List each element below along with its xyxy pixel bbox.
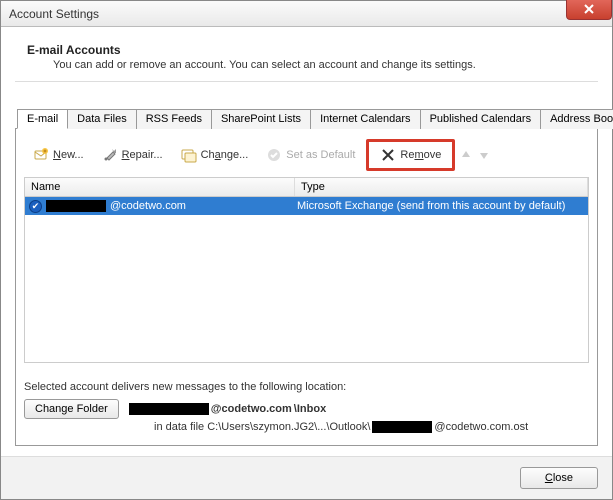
change-label: Change... bbox=[201, 149, 249, 161]
close-icon bbox=[584, 4, 594, 14]
repair-button[interactable]: Repair... bbox=[95, 144, 170, 166]
change-folder-button[interactable]: Change Folder bbox=[24, 399, 119, 419]
set-default-label: Set as Default bbox=[286, 149, 355, 161]
column-header-name[interactable]: Name bbox=[25, 178, 295, 196]
heading-title: E-mail Accounts bbox=[27, 43, 592, 57]
column-header-type[interactable]: Type bbox=[295, 178, 588, 196]
redacted-datafile-user bbox=[372, 421, 432, 433]
redacted-path-user bbox=[129, 403, 209, 415]
titlebar: Account Settings bbox=[1, 1, 612, 27]
remove-icon bbox=[380, 147, 396, 163]
dialog-heading: E-mail Accounts You can add or remove an… bbox=[15, 39, 598, 82]
dialog-footer: Close bbox=[1, 456, 612, 499]
remove-button-highlight: Remove bbox=[366, 139, 455, 171]
new-label: New... bbox=[53, 149, 84, 161]
toolbar: New... Repair... Change... bbox=[24, 137, 589, 177]
repair-label: Repair... bbox=[122, 149, 163, 161]
new-icon bbox=[33, 147, 49, 163]
list-header: Name Type bbox=[25, 178, 588, 197]
new-button[interactable]: New... bbox=[26, 144, 91, 166]
delivery-label: Selected account delivers new messages t… bbox=[24, 381, 589, 393]
tab-internet-calendars[interactable]: Internet Calendars bbox=[310, 109, 421, 129]
accounts-list: Name Type ✔ @codetwo.com Microsoft Excha… bbox=[24, 177, 589, 363]
window-title: Account Settings bbox=[9, 7, 99, 21]
window-close-button[interactable] bbox=[566, 0, 612, 20]
tab-sharepoint-lists[interactable]: SharePoint Lists bbox=[211, 109, 311, 129]
tab-data-files[interactable]: Data Files bbox=[67, 109, 137, 129]
change-button[interactable]: Change... bbox=[174, 144, 256, 166]
redacted-name bbox=[46, 200, 106, 212]
datafile-suffix: @codetwo.com.ost bbox=[434, 421, 528, 433]
delivery-datafile: in data file C:\Users\szymon.JG2\...\Out… bbox=[154, 421, 589, 433]
check-circle-icon bbox=[266, 147, 282, 163]
dialog-body: E-mail Accounts You can add or remove an… bbox=[1, 27, 612, 456]
delivery-path-mid: @codetwo.com bbox=[211, 403, 292, 415]
delivery-path: @codetwo.com \Inbox bbox=[129, 403, 326, 415]
remove-button[interactable]: Remove bbox=[373, 144, 448, 166]
close-button[interactable]: Close bbox=[520, 467, 598, 489]
move-up-icon bbox=[459, 148, 473, 162]
account-row[interactable]: ✔ @codetwo.com Microsoft Exchange (send … bbox=[25, 197, 588, 215]
change-icon bbox=[181, 147, 197, 163]
account-settings-window: Account Settings E-mail Accounts You can… bbox=[0, 0, 613, 500]
tab-rss-feeds[interactable]: RSS Feeds bbox=[136, 109, 212, 129]
set-default-button: Set as Default bbox=[259, 144, 362, 166]
datafile-prefix: in data file C:\Users\szymon.JG2\...\Out… bbox=[154, 421, 370, 433]
tab-content-email: New... Repair... Change... bbox=[15, 129, 598, 446]
delivery-path-end: \Inbox bbox=[294, 403, 326, 415]
heading-subtitle: You can add or remove an account. You ca… bbox=[53, 59, 592, 71]
remove-label: Remove bbox=[400, 149, 441, 161]
tab-address-books[interactable]: Address Books bbox=[540, 109, 613, 129]
account-name-suffix: @codetwo.com bbox=[110, 200, 186, 212]
account-type: Microsoft Exchange (send from this accou… bbox=[295, 200, 588, 212]
default-check-icon: ✔ bbox=[29, 200, 42, 213]
tab-email[interactable]: E-mail bbox=[17, 109, 68, 129]
repair-icon bbox=[102, 147, 118, 163]
tab-published-calendars[interactable]: Published Calendars bbox=[420, 109, 542, 129]
delivery-block: Selected account delivers new messages t… bbox=[24, 381, 589, 433]
move-down-icon bbox=[477, 148, 491, 162]
tab-strip: E-mail Data Files RSS Feeds SharePoint L… bbox=[15, 108, 598, 129]
